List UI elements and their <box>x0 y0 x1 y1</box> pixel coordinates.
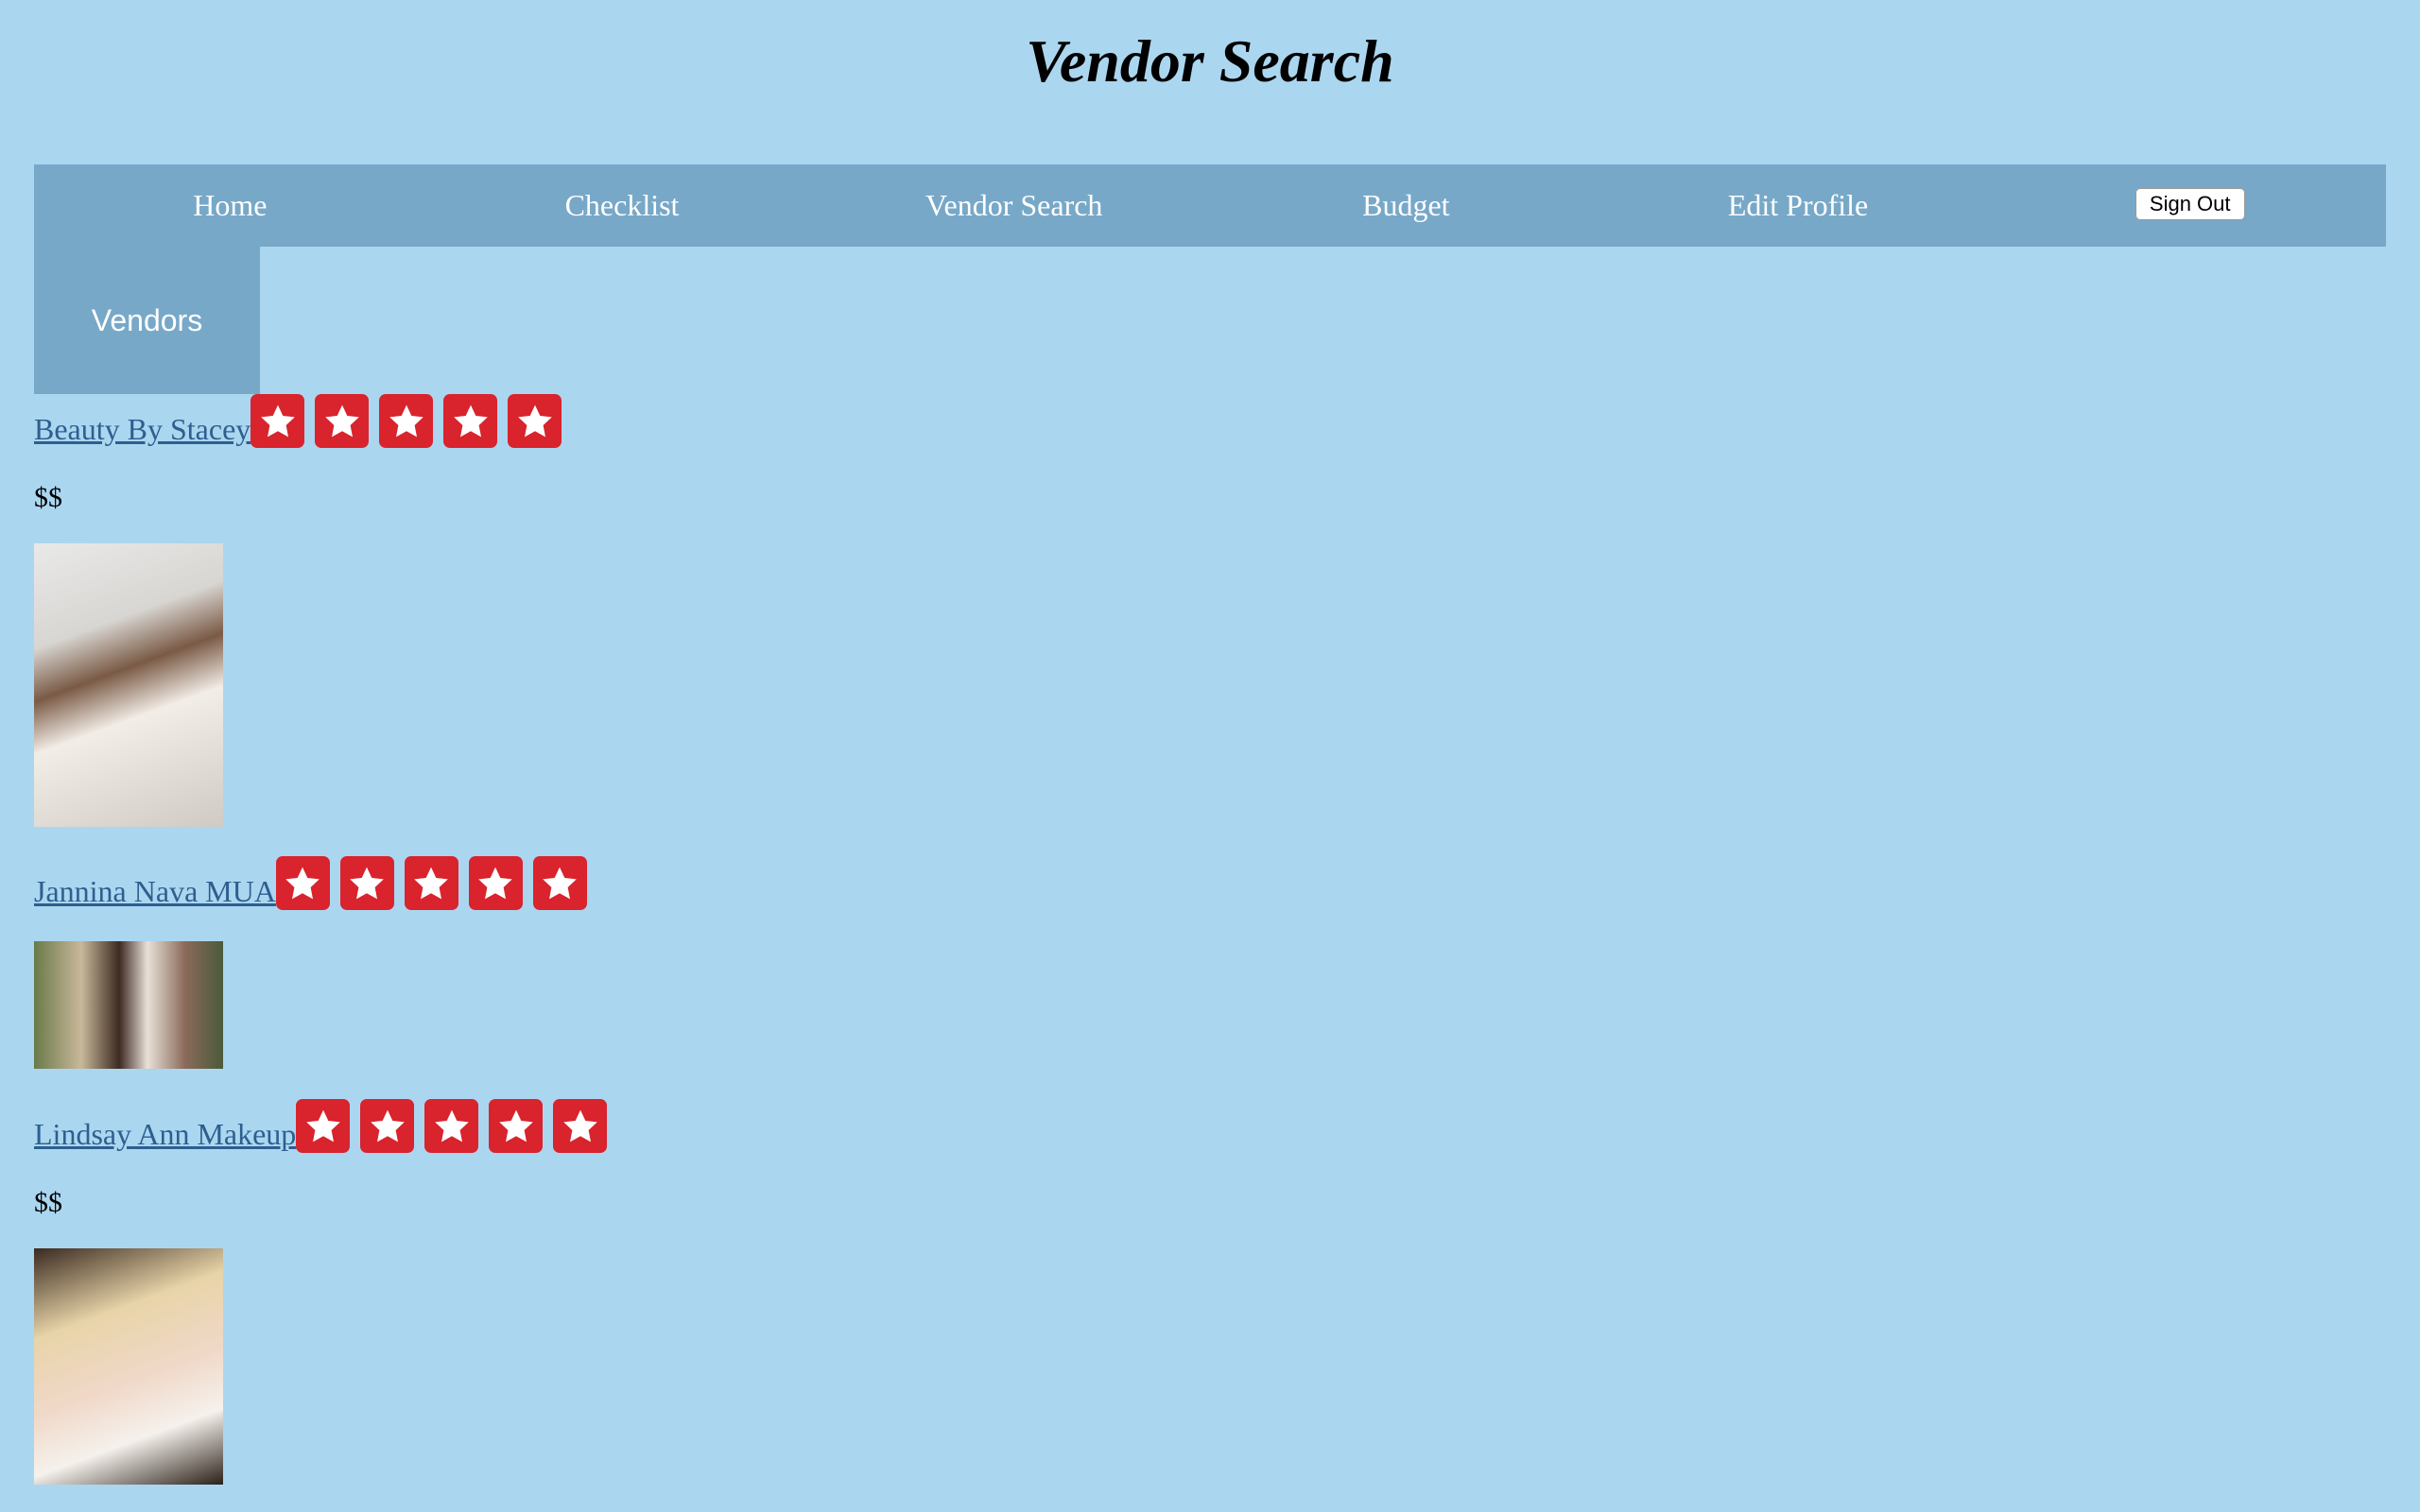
star-icon <box>251 394 305 448</box>
page-title: Vendor Search <box>1026 27 1394 94</box>
nav-budget[interactable]: Budget <box>1210 164 1602 247</box>
vendor-header: Beauty By Stacey <box>34 394 1168 448</box>
star-icon <box>508 394 562 448</box>
star-icon <box>443 394 498 448</box>
star-rating <box>275 856 587 910</box>
star-rating <box>296 1099 608 1153</box>
star-icon <box>360 1099 415 1153</box>
star-icon <box>553 1099 608 1153</box>
main-nav: Home Checklist Vendor Search Budget Edit… <box>34 164 2386 247</box>
nav-checklist[interactable]: Checklist <box>426 164 819 247</box>
vendor-photo-image[interactable] <box>34 543 223 827</box>
nav-vendor-search[interactable]: Vendor Search <box>818 164 1210 247</box>
vendors-category-tab[interactable]: Vendors <box>34 247 260 394</box>
star-icon <box>489 1099 544 1153</box>
vendor-photo-image[interactable] <box>34 941 223 1069</box>
vendor-name-link[interactable]: Jannina Nava MUA <box>34 876 276 906</box>
star-rating <box>251 394 562 448</box>
star-icon <box>424 1099 479 1153</box>
vendor-item: Beauty By Stacey $$ <box>34 394 1168 827</box>
nav-signout-cell: Sign Out <box>1994 164 2386 247</box>
vendor-price: $$ <box>34 1187 62 1218</box>
star-icon <box>315 394 370 448</box>
vendor-list: Beauty By Stacey $$ Jannina Nava MUA Lin… <box>34 394 1168 1485</box>
vendor-name-link[interactable]: Beauty By Stacey <box>34 414 251 444</box>
star-icon <box>468 856 523 910</box>
vendor-header: Jannina Nava MUA <box>34 856 1168 910</box>
star-icon <box>379 394 434 448</box>
vendor-item: Jannina Nava MUA <box>34 856 1168 1069</box>
star-icon <box>339 856 394 910</box>
star-icon <box>296 1099 351 1153</box>
vendor-header: Lindsay Ann Makeup <box>34 1099 1168 1153</box>
star-icon <box>532 856 587 910</box>
star-icon <box>275 856 330 910</box>
nav-edit-profile[interactable]: Edit Profile <box>1602 164 1995 247</box>
vendor-photo-image[interactable] <box>34 1248 223 1485</box>
vendor-item: Lindsay Ann Makeup $$ <box>34 1099 1168 1485</box>
star-icon <box>404 856 458 910</box>
vendor-price: $$ <box>34 482 62 513</box>
nav-home[interactable]: Home <box>34 164 426 247</box>
sign-out-button[interactable]: Sign Out <box>2135 188 2245 220</box>
vendor-name-link[interactable]: Lindsay Ann Makeup <box>34 1119 296 1149</box>
